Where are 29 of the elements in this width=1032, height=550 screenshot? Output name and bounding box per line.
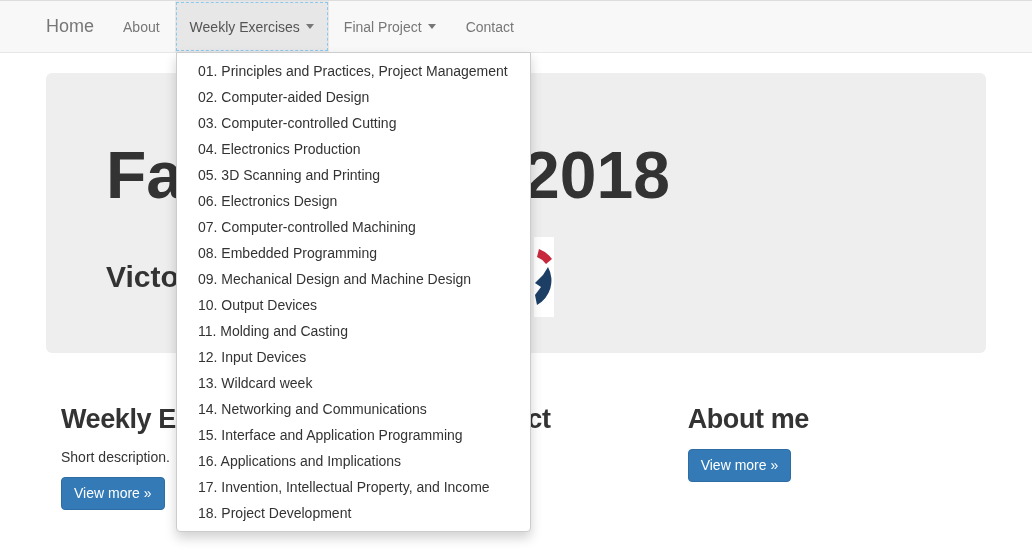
- menu-item[interactable]: 10. Output Devices: [177, 292, 530, 318]
- menu-item[interactable]: 07. Computer-controlled Machining: [177, 214, 530, 240]
- nav-link[interactable]: Contact: [450, 1, 529, 52]
- nav-link[interactable]: About: [108, 1, 175, 52]
- view-more-button[interactable]: View more »: [61, 477, 165, 510]
- menu-item[interactable]: 14. Networking and Communications: [177, 396, 530, 422]
- view-more-button[interactable]: View more »: [687, 449, 792, 482]
- caret-icon: [427, 24, 436, 29]
- menu-item[interactable]: 12. Input Devices: [177, 344, 530, 370]
- menu-item[interactable]: 08. Embedded Programming: [177, 240, 530, 266]
- caret-icon: [305, 24, 314, 29]
- menu-item[interactable]: 15. Interface and Application Programming: [177, 422, 530, 448]
- menu-item[interactable]: 11. Molding and Casting: [177, 318, 530, 344]
- menu-item[interactable]: 09. Mechanical Design and Machine Design: [177, 266, 530, 292]
- nav-link[interactable]: Final Project: [328, 1, 451, 52]
- section-heading: About me: [687, 403, 809, 436]
- nav-link[interactable]: Weekly Exercises: [174, 1, 329, 52]
- section-heading: Weekly E: [61, 403, 176, 436]
- menu-item[interactable]: 18. Project Development: [177, 500, 530, 526]
- menu-item[interactable]: 17. Invention, Intellectual Property, and Income: [177, 474, 530, 500]
- logo-icon: [533, 237, 554, 317]
- menu-item[interactable]: 03. Computer-controlled Cutting: [177, 110, 530, 136]
- section-text: Short description.: [61, 449, 170, 465]
- menu-item[interactable]: 16. Applications and Implications: [177, 448, 530, 474]
- author-name: Victo: [106, 260, 179, 294]
- home-link[interactable]: Home: [46, 1, 108, 52]
- menu-item[interactable]: 02. Computer-aided Design: [177, 84, 530, 110]
- menu-item[interactable]: 01. Principles and Practices, Project Management: [177, 58, 530, 84]
- menu-item[interactable]: 13. Wildcard week: [177, 370, 530, 396]
